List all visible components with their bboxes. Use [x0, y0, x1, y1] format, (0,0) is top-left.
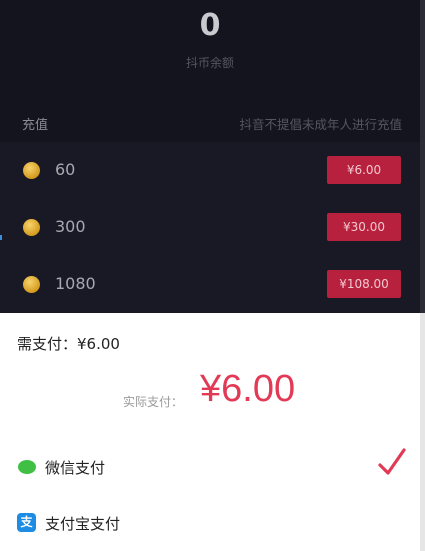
recharge-title: 充值	[22, 118, 49, 133]
package-row-60[interactable]: 60 ¥6.00	[0, 142, 420, 199]
alipay-icon: 支	[17, 513, 36, 532]
check-icon	[378, 448, 406, 475]
right-edge	[420, 0, 425, 551]
pay-method-alipay[interactable]: 支 支付宝支付	[17, 510, 417, 536]
price-button-300[interactable]: ¥30.00	[327, 213, 401, 241]
package-list: 60 ¥6.00 300 ¥30.00 1080 ¥108.00	[0, 142, 420, 313]
minor-notice: 抖音不提倡未成年人进行充值	[239, 117, 402, 132]
wechat-icon	[17, 457, 36, 476]
price-button-1080[interactable]: ¥108.00	[327, 270, 401, 298]
package-coins: 1080	[55, 274, 96, 293]
actual-pay-label: 实际支付：	[123, 395, 184, 409]
pay-method-wechat[interactable]: 微信支付	[17, 454, 417, 480]
coin-icon	[23, 219, 40, 236]
need-pay-text: 需支付：¥6.00	[17, 335, 120, 353]
package-row-300[interactable]: 300 ¥30.00	[0, 199, 420, 256]
edge-marker	[0, 235, 2, 240]
coin-icon	[23, 162, 40, 179]
balance-label: 抖币余额	[185, 56, 234, 70]
recharge-panel: 0 抖币余额 充值 抖音不提倡未成年人进行充值 60 ¥6.00 300 ¥30…	[0, 0, 420, 313]
price-button-60[interactable]: ¥6.00	[327, 156, 401, 184]
actual-pay-amount: ¥6.00	[200, 368, 296, 410]
package-coins: 60	[55, 160, 76, 179]
pay-method-label: 微信支付	[45, 459, 106, 477]
payment-sheet: 需支付：¥6.00 实际支付： ¥6.00 微信支付 支 支付宝支付	[0, 313, 420, 551]
pay-method-label: 支付宝支付	[45, 515, 121, 533]
package-row-1080[interactable]: 1080 ¥108.00	[0, 256, 420, 313]
recharge-header: 充值 抖音不提倡未成年人进行充值	[22, 114, 402, 133]
coin-icon	[23, 276, 40, 293]
package-coins: 300	[55, 217, 86, 236]
balance-value: 0	[199, 8, 221, 43]
